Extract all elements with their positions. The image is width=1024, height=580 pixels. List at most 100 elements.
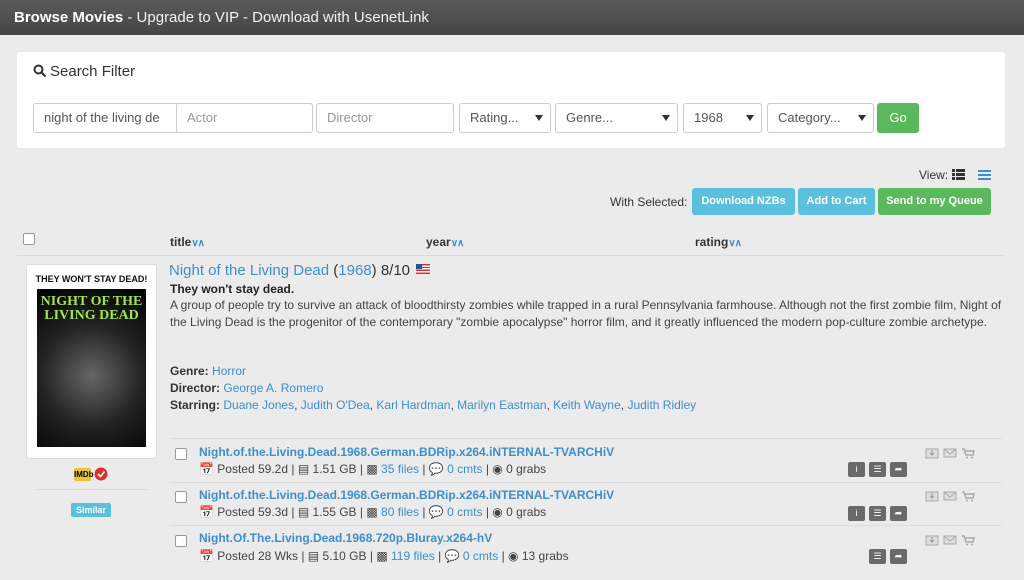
actor-input[interactable]: Actor <box>176 103 313 133</box>
director-label: Director: <box>170 381 221 395</box>
movie-starring-row: Starring: Duane Jones, Judith O'Dea, Kar… <box>170 398 697 412</box>
genre-link[interactable]: Horror <box>212 364 246 378</box>
details-icon[interactable]: ☰ <box>869 462 886 477</box>
share-icon[interactable]: ➦ <box>890 462 907 477</box>
movie-poster[interactable]: THEY WON'T STAY DEAD! NIGHT OF THE LIVIN… <box>26 264 157 459</box>
release-size: 1.55 GB <box>312 505 357 519</box>
title-search-input[interactable]: night of the living de <box>33 103 187 133</box>
send-queue-icon[interactable] <box>943 534 957 546</box>
release-files-link[interactable]: 35 files <box>381 462 419 476</box>
sort-arrows-icon[interactable]: ∨∧ <box>451 238 465 249</box>
share-icon[interactable]: ➦ <box>890 549 907 564</box>
movie-title-link[interactable]: Night of the Living Dead <box>169 262 329 279</box>
release-name-link[interactable]: Night.Of.The.Living.Dead.1968.720p.Blura… <box>199 531 492 545</box>
imdb-badge[interactable]: IMDb <box>74 468 94 481</box>
release-size: 5.10 GB <box>322 549 367 563</box>
search-icon <box>33 64 47 78</box>
calendar-icon: 📅 <box>199 505 214 519</box>
year-select[interactable]: 1968 <box>683 103 762 133</box>
info-icon[interactable]: i <box>848 462 865 477</box>
cart-icon[interactable] <box>961 534 975 546</box>
release-info: 📅 Posted 59.3d | ▤ 1.55 GB | ▩ 80 files … <box>199 505 547 519</box>
release-checkbox[interactable] <box>175 448 187 460</box>
release-files-link[interactable]: 119 files <box>391 549 435 563</box>
go-button[interactable]: Go <box>877 103 919 133</box>
movie-tagline: They won't stay dead. <box>170 282 295 296</box>
actor-link[interactable]: Judith Ridley <box>627 398 696 412</box>
download-icon: ◉ <box>508 549 519 563</box>
rating-select[interactable]: Rating... <box>459 103 551 133</box>
details-icon[interactable]: ☰ <box>869 506 886 521</box>
sort-arrows-icon[interactable]: ∨∧ <box>728 238 742 249</box>
director-input[interactable]: Director <box>316 103 454 133</box>
actor-link[interactable]: Duane Jones <box>223 398 294 412</box>
download-nzb-icon[interactable] <box>925 534 939 546</box>
trakt-icon[interactable] <box>94 467 108 481</box>
calendar-icon: 📅 <box>199 549 214 563</box>
release-grabs: 13 grabs <box>521 549 569 563</box>
list-view-icon[interactable] <box>952 169 965 180</box>
send-to-queue-button[interactable]: Send to my Queue <box>878 188 991 215</box>
with-selected-label: With Selected: <box>610 195 688 209</box>
release-posted: Posted 59.3d <box>217 505 289 519</box>
release-size: 1.51 GB <box>312 462 357 476</box>
actor-link[interactable]: Judith O'Dea <box>301 398 370 412</box>
chevron-down-icon <box>662 115 670 121</box>
share-icon[interactable]: ➦ <box>890 506 907 521</box>
download-nzbs-button[interactable]: Download NZBs <box>692 188 795 215</box>
sort-rating-header[interactable]: rating∨∧ <box>695 235 742 249</box>
release-posted: Posted 59.2d <box>217 462 289 476</box>
compact-view-icon[interactable] <box>978 169 991 180</box>
release-comments-link[interactable]: 0 cmts <box>447 462 482 476</box>
send-queue-icon[interactable] <box>943 447 957 459</box>
chevron-down-icon <box>746 115 754 121</box>
top-bar: Browse Movies - Upgrade to VIP - Downloa… <box>0 0 1024 35</box>
cart-icon[interactable] <box>961 490 975 502</box>
similar-button[interactable]: Similar <box>71 503 111 517</box>
actor-link[interactable]: Keith Wayne <box>553 398 621 412</box>
add-to-cart-button[interactable]: Add to Cart <box>798 188 875 215</box>
actor-link[interactable]: Karl Hardman <box>376 398 450 412</box>
release-checkbox[interactable] <box>175 491 187 503</box>
release-comments-link[interactable]: 0 cmts <box>447 505 482 519</box>
sort-arrows-icon[interactable]: ∨∧ <box>191 238 205 249</box>
release-comments-link[interactable]: 0 cmts <box>463 549 498 563</box>
send-queue-icon[interactable] <box>943 490 957 502</box>
actor-link[interactable]: Marilyn Eastman <box>457 398 546 412</box>
movie-director-row: Director: George A. Romero <box>170 381 323 395</box>
cart-icon[interactable] <box>961 447 975 459</box>
file-icon: ▩ <box>376 549 388 563</box>
calendar-icon: 📅 <box>199 462 214 476</box>
download-icon: ◉ <box>492 505 503 519</box>
release-info: 📅 Posted 28 Wks | ▤ 5.10 GB | ▩ 119 file… <box>199 549 569 563</box>
header-divider <box>17 255 1005 256</box>
release-grabs: 0 grabs <box>506 462 547 476</box>
comments-icon: 💬 <box>428 505 444 519</box>
category-select[interactable]: Category... <box>767 103 874 133</box>
genre-select-value: Genre... <box>566 110 613 125</box>
chevron-down-icon <box>858 115 866 121</box>
info-icon[interactable]: i <box>848 506 865 521</box>
details-icon[interactable]: ☰ <box>869 549 886 564</box>
director-link[interactable]: George A. Romero <box>223 381 323 395</box>
comments-icon: 💬 <box>444 549 460 563</box>
sort-rating-label: rating <box>695 235 729 249</box>
movie-rating: 8/10 <box>380 262 411 279</box>
download-nzb-icon[interactable] <box>925 447 939 459</box>
select-all-checkbox[interactable] <box>23 233 35 245</box>
sort-title-header[interactable]: title∨∧ <box>170 235 205 249</box>
release-checkbox[interactable] <box>175 535 187 547</box>
year-select-value: 1968 <box>694 110 723 125</box>
release-name-link[interactable]: Night.of.the.Living.Dead.1968.German.BDR… <box>199 445 614 459</box>
sort-year-header[interactable]: year∨∧ <box>426 235 465 249</box>
sort-year-label: year <box>426 235 451 249</box>
genre-select[interactable]: Genre... <box>555 103 678 133</box>
genre-label: Genre: <box>170 364 209 378</box>
release-name-link[interactable]: Night.of.the.Living.Dead.1968.German.BDR… <box>199 488 614 502</box>
release-posted: Posted 28 Wks <box>217 549 298 563</box>
file-icon: ▩ <box>366 505 378 519</box>
us-flag-icon <box>416 264 431 274</box>
download-nzb-icon[interactable] <box>925 490 939 502</box>
release-files-link[interactable]: 80 files <box>381 505 419 519</box>
movie-year-link[interactable]: 1968 <box>338 262 371 279</box>
